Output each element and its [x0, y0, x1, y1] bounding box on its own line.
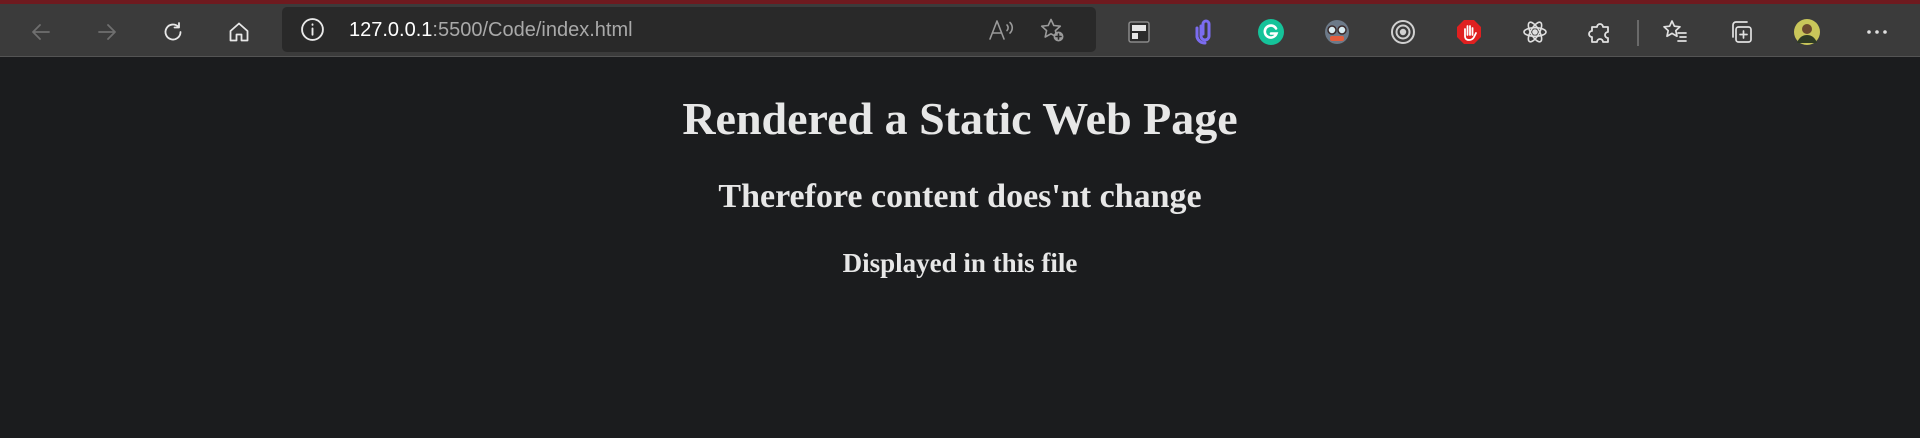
- url-path: :5500/Code/index.html: [432, 19, 633, 41]
- target-extension-icon: [1391, 20, 1415, 44]
- forward-button[interactable]: [87, 12, 127, 52]
- stop-extension-button[interactable]: [1455, 18, 1483, 46]
- sidebar-extension-button[interactable]: [1125, 18, 1153, 46]
- url-host: 127.0.0.1: [349, 19, 433, 41]
- refresh-icon: [164, 22, 182, 41]
- extensions-puzzle-icon: [1588, 23, 1609, 43]
- page-heading-h1: Rendered a Static Web Page: [682, 93, 1238, 144]
- profile-button[interactable]: [1793, 18, 1821, 46]
- react-devtools-button[interactable]: [1521, 18, 1549, 46]
- target-extension-button[interactable]: [1389, 18, 1417, 46]
- collections-button[interactable]: [1727, 18, 1755, 46]
- back-icon: [32, 24, 50, 40]
- page-heading-h3: Displayed in this file: [842, 248, 1078, 278]
- extensions-button[interactable]: [1587, 18, 1615, 46]
- home-icon: [229, 22, 249, 42]
- glasses-extension-button[interactable]: [1323, 18, 1351, 46]
- address-url[interactable]: 127.0.0.1:5500/Code/index.html: [349, 18, 633, 42]
- favorites-icon: [1663, 20, 1687, 42]
- home-button[interactable]: [219, 12, 259, 52]
- read-aloud-icon[interactable]: [988, 17, 1014, 43]
- address-bar[interactable]: 127.0.0.1:5500/Code/index.html: [282, 7, 1096, 52]
- add-favorite-icon[interactable]: [1039, 17, 1065, 43]
- toolbar-divider: [1637, 20, 1639, 46]
- grammarly-icon: [1258, 19, 1284, 45]
- link-extension-button[interactable]: [1191, 18, 1219, 46]
- sidebar-extension-icon: [1128, 21, 1150, 43]
- grammarly-button[interactable]: [1257, 18, 1285, 46]
- collections-icon: [1732, 21, 1752, 43]
- glasses-extension-icon: [1325, 20, 1349, 44]
- forward-icon: [98, 24, 116, 40]
- more-menu-icon: [1867, 30, 1887, 34]
- react-devtools-icon: [1523, 21, 1547, 43]
- profile-avatar: [1794, 19, 1820, 45]
- page-content: Rendered a Static Web Page Therefore con…: [0, 58, 1920, 438]
- refresh-button[interactable]: [153, 12, 193, 52]
- link-extension-icon: [1195, 19, 1211, 45]
- back-button[interactable]: [21, 12, 61, 52]
- stop-extension-icon: [1457, 20, 1481, 44]
- browser-toolbar: 127.0.0.1:5500/Code/index.html: [0, 4, 1920, 57]
- more-menu-button[interactable]: [1863, 18, 1891, 46]
- page-heading-h2: Therefore content does'nt change: [718, 178, 1202, 215]
- favorites-button[interactable]: [1661, 18, 1689, 46]
- site-info-icon[interactable]: [300, 17, 325, 42]
